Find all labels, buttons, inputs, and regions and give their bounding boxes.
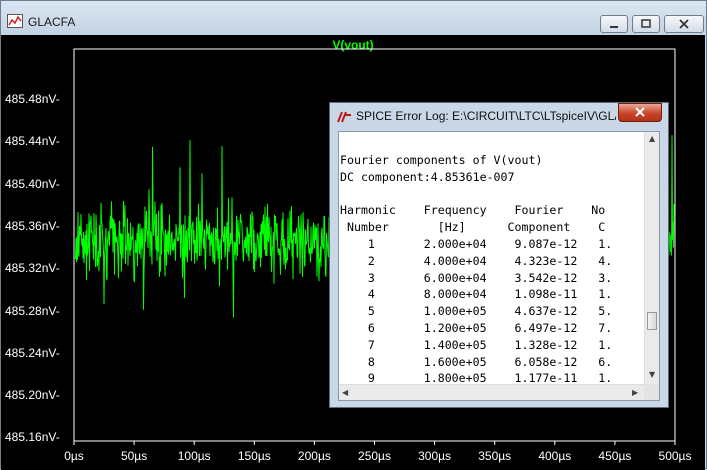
minimize-button[interactable] [600, 15, 628, 33]
y-tick-label: 485.16nV- [5, 430, 60, 445]
waveform-app-icon [7, 14, 23, 28]
log-line: Number [Hz] Component C [340, 220, 606, 235]
scroll-up-arrow-icon[interactable]: ▲ [649, 134, 655, 143]
log-line: 2 4.000e+04 4.323e-12 4. [340, 253, 613, 268]
x-tick-label: 200µs [297, 449, 331, 463]
ltspice-logo-icon [337, 111, 351, 123]
log-line: 6 1.200e+05 6.497e-12 7. [340, 320, 613, 335]
dialog-close-button[interactable] [618, 103, 662, 122]
maximize-button[interactable] [632, 15, 660, 33]
title-bar[interactable]: GLACFA [1, 1, 706, 35]
scroll-right-arrow-icon[interactable]: ▶ [632, 388, 638, 397]
y-tick-label: 485.40nV- [5, 176, 60, 191]
log-line: 5 1.000e+05 4.637e-12 5. [340, 304, 613, 319]
log-text-area[interactable]: Fourier components of V(vout) DC componen… [338, 131, 660, 401]
x-tick-label: 100µs [177, 449, 211, 463]
close-icon [679, 19, 689, 29]
x-tick-label: 300µs [418, 449, 452, 463]
y-tick-label: 485.28nV- [5, 303, 60, 318]
window-title: GLACFA [28, 15, 76, 29]
log-line: DC component:4.85361e-007 [340, 169, 515, 184]
minimize-icon [610, 26, 618, 28]
close-icon [635, 107, 645, 117]
x-tick-label: 450µs [598, 449, 632, 463]
log-line: 3 6.000e+04 3.542e-12 3. [340, 270, 613, 285]
x-tick-label: 150µs [237, 449, 271, 463]
x-tick-label: 0µs [64, 449, 84, 463]
log-line: 1 2.000e+04 9.087e-12 1. [340, 236, 613, 251]
log-line: 4 8.000e+04 1.098e-11 1. [340, 287, 613, 302]
y-tick-label: 485.32nV- [5, 261, 60, 276]
horizontal-scrollbar[interactable]: ◀ ▶ [339, 384, 645, 400]
dialog-title: SPICE Error Log: E:\CIRCUIT\LTC\LTspiceI… [356, 109, 616, 123]
close-button[interactable] [664, 15, 704, 33]
y-tick-label: 485.24nV- [5, 345, 60, 360]
spice-error-log-dialog: SPICE Error Log: E:\CIRCUIT\LTC\LTspiceI… [329, 102, 669, 408]
main-window: GLACFA V(vout) 485.48nV- 485.44nV- 485.40n… [0, 0, 707, 470]
x-tick-label: 400µs [538, 449, 572, 463]
y-tick-label: 485.48nV- [5, 92, 60, 106]
log-line: Harmonic Frequency Fourier No [340, 203, 606, 218]
scroll-corner [644, 384, 659, 400]
log-line: 7 1.400e+05 1.328e-12 1. [340, 337, 613, 352]
y-tick-label: 485.20nV- [5, 388, 60, 403]
x-tick-label: 350µs [478, 449, 512, 463]
scroll-down-arrow-icon[interactable]: ▼ [649, 370, 655, 379]
y-tick-label: 485.36nV- [5, 218, 60, 233]
scroll-left-arrow-icon[interactable]: ◀ [342, 388, 348, 397]
log-text: Fourier components of V(vout) DC componen… [340, 152, 612, 387]
x-tick-label: 50µs [120, 449, 148, 463]
vertical-scrollbar[interactable]: ▲ ▼ [644, 132, 659, 384]
log-line: 8 1.600e+05 6.058e-12 6. [340, 354, 613, 369]
log-line: Fourier components of V(vout) [340, 153, 543, 167]
x-tick-label: 500µs [658, 449, 692, 463]
y-tick-label: 485.44nV- [5, 134, 60, 149]
x-tick-label: 250µs [358, 449, 391, 463]
restore-icon [641, 19, 651, 28]
scrollbar-thumb[interactable] [647, 312, 657, 330]
